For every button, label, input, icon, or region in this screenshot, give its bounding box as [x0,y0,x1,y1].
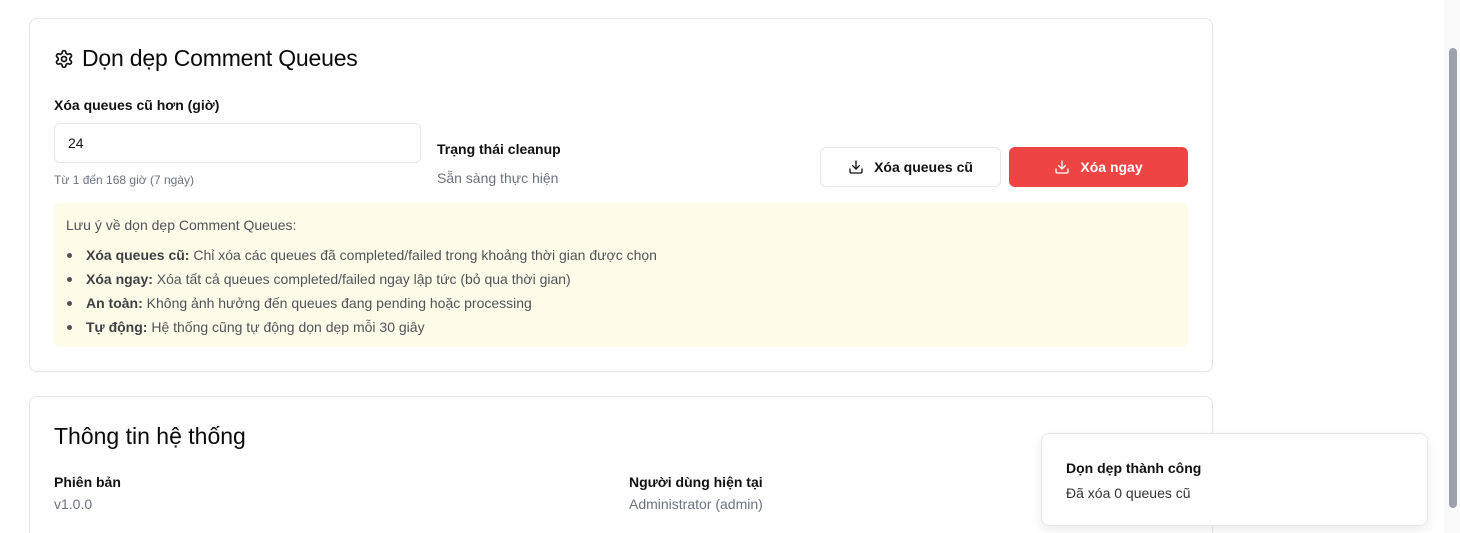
system-info-card: Thông tin hệ thống Phiên bản v1.0.0 Ngườ… [29,396,1213,533]
note-text: Hệ thống cũng tự động dọn dẹp mỗi 30 giâ… [147,319,425,335]
list-item: Tự động: Hệ thống cũng tự động dọn dẹp m… [66,315,1176,339]
note-term: Xóa queues cũ: [86,247,190,263]
cleanup-card: Dọn dẹp Comment Queues Xóa queues cũ hơn… [29,18,1213,372]
note-title: Lưu ý về dọn dẹp Comment Queues: [66,217,297,233]
current-user-value: Administrator (admin) [629,496,763,512]
download-icon [849,160,863,174]
note-term: Tự động: [86,319,148,335]
note-list: Xóa queues cũ: Chỉ xóa các queues đã com… [66,243,1176,339]
scrollbar-thumb[interactable] [1449,48,1457,508]
hours-input[interactable] [54,123,421,163]
clean-now-button[interactable]: Xóa ngay [1009,147,1188,187]
cleanup-title-text: Dọn dẹp Comment Queues [82,45,358,71]
status-value: Sẵn sàng thực hiện [437,170,559,186]
clean-old-button[interactable]: Xóa queues cũ [820,147,1001,187]
note-text: Chỉ xóa các queues đã completed/failed t… [189,247,657,263]
system-title: Thông tin hệ thống [54,423,246,449]
cleanup-note: Lưu ý về dọn dẹp Comment Queues: Xóa que… [54,203,1188,347]
note-text: Không ảnh hưởng đến queues đang pending … [142,295,532,311]
version-value: v1.0.0 [54,496,93,512]
toast-title: Dọn dẹp thành công [1066,460,1202,476]
current-user-label: Người dùng hiện tại [629,474,763,490]
gear-icon [55,49,73,68]
clean-now-label: Xóa ngay [1080,159,1143,175]
toast-description: Đã xóa 0 queues cũ [1066,485,1191,501]
status-label: Trạng thái cleanup [437,141,561,157]
note-term: An toàn: [86,295,143,311]
success-toast[interactable]: Dọn dẹp thành công Đã xóa 0 queues cũ [1041,433,1428,526]
list-item: Xóa ngay: Xóa tất cả queues completed/fa… [66,267,1176,291]
note-text: Xóa tất cả queues completed/failed ngay … [152,271,571,287]
cleanup-title: Dọn dẹp Comment Queues [54,45,358,72]
list-item: An toàn: Không ảnh hưởng đến queues đang… [66,291,1176,315]
hours-hint: Từ 1 đến 168 giờ (7 ngày) [54,173,194,187]
note-term: Xóa ngay: [86,271,153,287]
download-icon [1055,160,1070,174]
list-item: Xóa queues cũ: Chỉ xóa các queues đã com… [66,243,1176,267]
version-label: Phiên bản [54,474,121,490]
hours-label: Xóa queues cũ hơn (giờ) [54,97,220,113]
clean-old-label: Xóa queues cũ [874,159,973,175]
